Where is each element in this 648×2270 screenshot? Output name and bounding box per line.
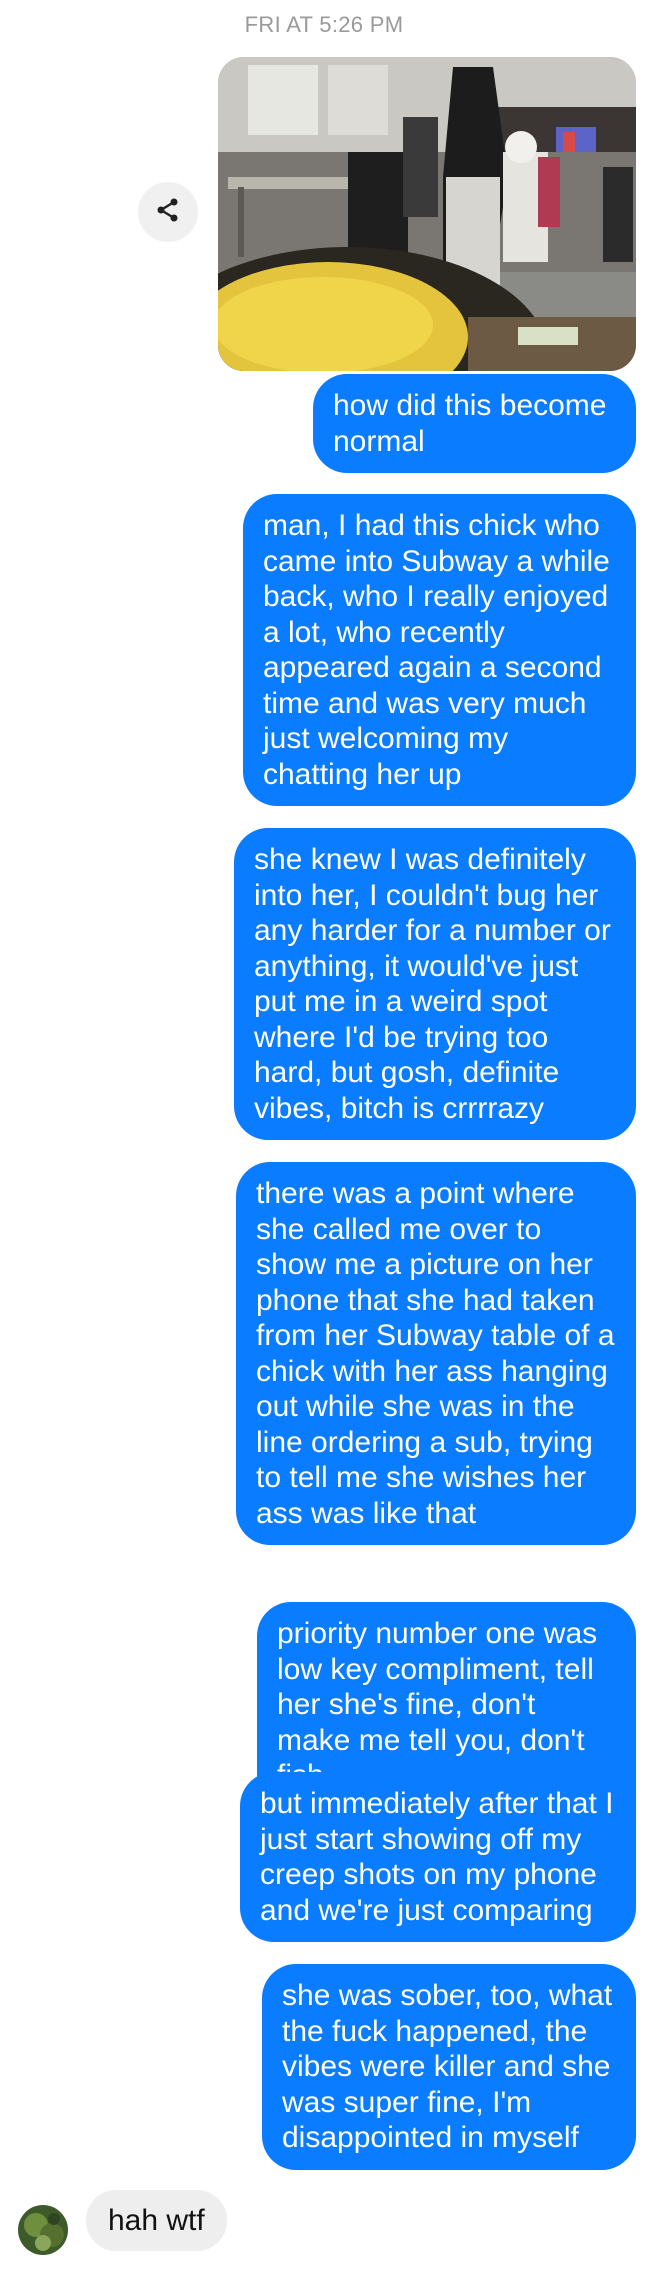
- incoming-message-1[interactable]: hah wtf: [86, 2190, 227, 2251]
- shared-photo[interactable]: [218, 57, 636, 371]
- outgoing-message-3[interactable]: she knew I was definitely into her, I co…: [234, 828, 636, 1140]
- outgoing-message-1[interactable]: how did this become normal: [313, 374, 636, 473]
- outgoing-message-6[interactable]: but immediately after that I just start …: [240, 1772, 636, 1942]
- contact-avatar[interactable]: [18, 2205, 68, 2255]
- share-button[interactable]: [138, 182, 198, 242]
- outgoing-message-7[interactable]: she was sober, too, what the fuck happen…: [262, 1964, 636, 2170]
- outgoing-message-2[interactable]: man, I had this chick who came into Subw…: [243, 494, 636, 806]
- outgoing-message-4[interactable]: there was a point where she called me ov…: [236, 1162, 636, 1545]
- share-icon: [154, 196, 182, 229]
- timestamp: FRI AT 5:26 PM: [244, 12, 404, 37]
